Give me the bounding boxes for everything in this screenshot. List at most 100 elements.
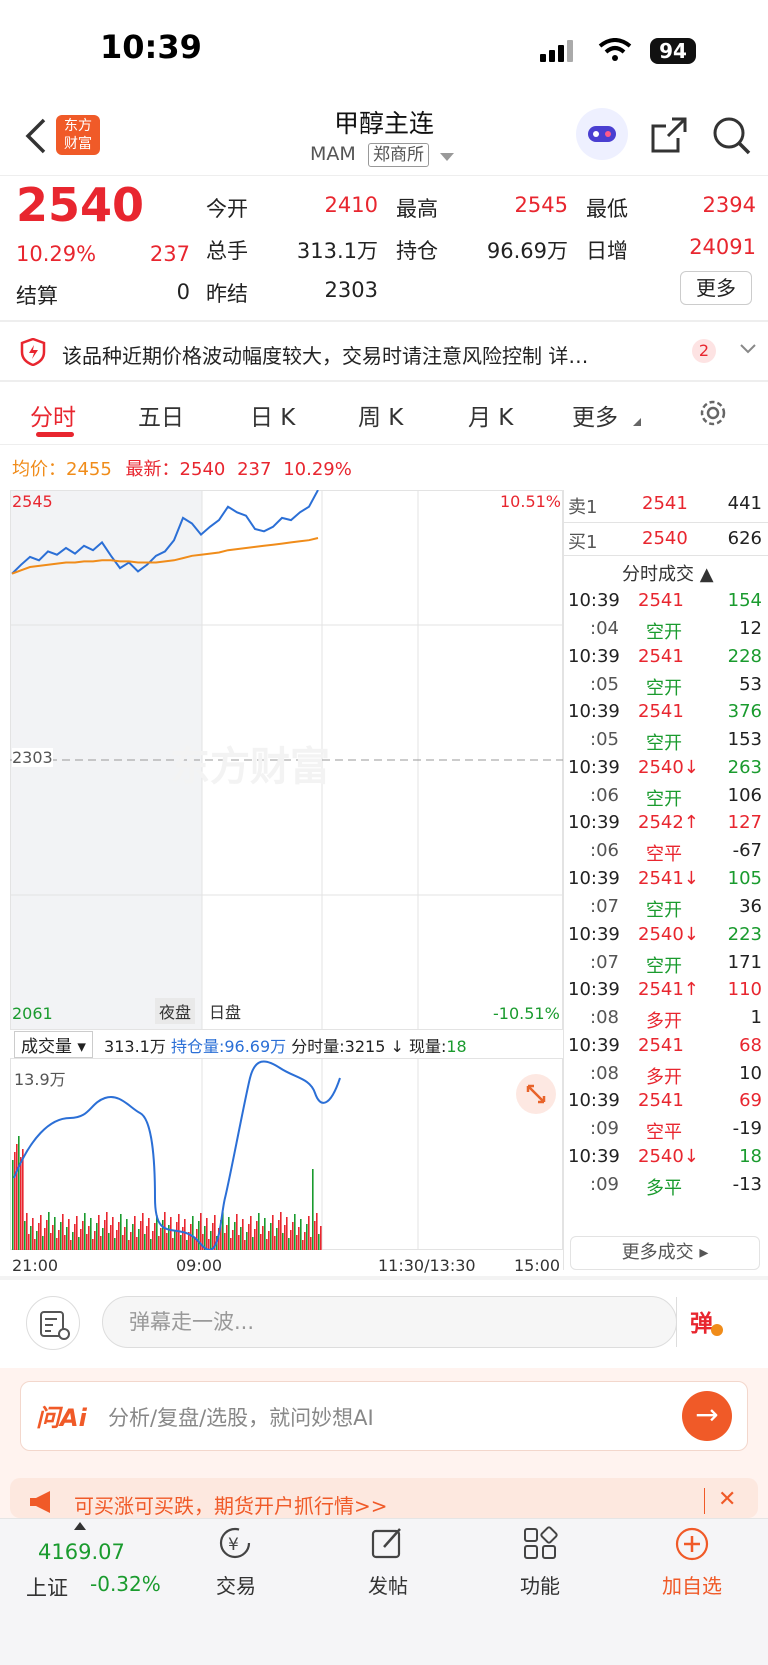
- volume-bar: [106, 1212, 108, 1250]
- intraday-info-line: 均价：2455 最新：2540 237 10.29%: [12, 455, 352, 481]
- nav-trade[interactable]: 交易: [206, 1570, 266, 1599]
- expand-icon[interactable]: [516, 1074, 556, 1114]
- trade-price: 2541↓: [638, 868, 699, 889]
- index-value[interactable]: 4169.07: [38, 1540, 125, 1564]
- volume-bar: [50, 1233, 52, 1250]
- volume-bar: [100, 1236, 102, 1250]
- prev-settle-value: 2303: [324, 278, 378, 302]
- risk-alert-text[interactable]: 该品种近期价格波动幅度较大，交易时请注意风险控制 详…: [62, 340, 677, 369]
- daily-inc-label: 日增: [586, 239, 628, 263]
- change-value-2: 237: [237, 459, 272, 480]
- trade-time: 10:39: [568, 1034, 620, 1056]
- trade-volume: 18: [739, 1146, 762, 1167]
- trade-kind: 空平: [646, 844, 682, 866]
- volume-bar: [302, 1240, 304, 1250]
- trade-price: 2540↓: [638, 1146, 699, 1167]
- robot-avatar-icon[interactable]: [576, 108, 628, 160]
- close-icon[interactable]: ✕: [718, 1487, 736, 1512]
- volume-bar: [230, 1238, 232, 1250]
- volume-bar: [312, 1169, 314, 1250]
- volume-bar: [154, 1223, 156, 1250]
- change-pct-2: 10.29%: [283, 459, 352, 480]
- settle-label: 结算: [16, 284, 58, 308]
- trade-volume: 228: [727, 645, 762, 667]
- danmu-settings-icon[interactable]: [26, 1296, 80, 1350]
- tab-intraday[interactable]: 分时: [30, 398, 76, 432]
- vol-now: 18: [446, 1037, 467, 1056]
- tab-5day[interactable]: 五日: [138, 398, 184, 432]
- volume-bar: [40, 1215, 42, 1250]
- tab-monthly-k[interactable]: 月 K: [468, 398, 513, 432]
- trade-time: 10:39: [568, 979, 620, 1001]
- wifi-icon: [598, 38, 632, 61]
- trade-seconds: :06: [590, 840, 619, 862]
- trade-time: 10:39: [568, 812, 620, 834]
- more-quote-button[interactable]: 更多: [680, 271, 752, 305]
- more-trades-button[interactable]: 更多成交 ▸: [570, 1236, 760, 1270]
- volume-bar: [256, 1221, 258, 1250]
- trade-price: 2541: [638, 701, 684, 723]
- volume-bar: [320, 1226, 322, 1250]
- add-watchlist-icon[interactable]: [674, 1526, 710, 1562]
- danmu-input[interactable]: 弹幕走一波...: [102, 1296, 677, 1348]
- dropdown-icon[interactable]: [440, 153, 454, 161]
- volume-bar: [112, 1217, 114, 1250]
- volume-bar: [288, 1238, 290, 1250]
- volume-bar: [260, 1234, 262, 1250]
- function-grid-icon[interactable]: [522, 1526, 558, 1560]
- share-icon[interactable]: [650, 116, 688, 154]
- volume-bar: [94, 1231, 96, 1250]
- prev-settle-label: 昨结: [206, 282, 248, 306]
- nav-add-watchlist[interactable]: 加自选: [654, 1570, 730, 1599]
- volume-chart[interactable]: [10, 1058, 563, 1250]
- ai-go-arrow-icon[interactable]: →: [682, 1391, 732, 1441]
- trade-price: 2541: [638, 590, 684, 611]
- volume-bar: [244, 1240, 246, 1250]
- tab-daily-k[interactable]: 日 K: [250, 398, 295, 432]
- volume-bar: [266, 1239, 268, 1250]
- trade-kind: 空开: [646, 955, 682, 977]
- post-edit-icon[interactable]: [370, 1526, 406, 1560]
- trade-price: 2540↓: [638, 756, 699, 778]
- tab-more-arrow-icon: [633, 418, 641, 426]
- volume-bar: [56, 1238, 58, 1250]
- intraday-price-chart[interactable]: 东方财富: [10, 490, 563, 1030]
- volume-bar: [228, 1217, 230, 1250]
- volume-bar: [134, 1216, 136, 1250]
- index-name[interactable]: 上证: [26, 1572, 68, 1602]
- danmu-toggle-button[interactable]: 弹: [690, 1304, 713, 1338]
- trades-title[interactable]: 分时成交 ▲: [622, 560, 714, 586]
- trade-time: 10:39: [568, 590, 620, 611]
- index-pct[interactable]: -0.32%: [90, 1572, 161, 1596]
- vol-tick: 3215 ↓: [344, 1037, 404, 1056]
- promo-text[interactable]: 可买涨可买跌，期货开户抓行情>>: [74, 1490, 388, 1519]
- volume-bar: [174, 1230, 176, 1250]
- volume-bar: [42, 1236, 44, 1250]
- tab-weekly-k[interactable]: 周 K: [358, 398, 403, 432]
- chevron-down-icon[interactable]: [740, 344, 756, 354]
- trade-time: 10:39: [568, 756, 620, 778]
- volume-bar: [26, 1213, 28, 1250]
- volume-bar: [142, 1213, 144, 1250]
- trade-kind: 多开: [646, 1066, 682, 1088]
- search-icon[interactable]: [712, 116, 752, 156]
- volume-bar: [290, 1230, 292, 1250]
- index-up-arrow-icon: [74, 1522, 86, 1530]
- settings-gear-icon[interactable]: [698, 398, 728, 428]
- trade-seconds: :08: [590, 1062, 619, 1084]
- nav-post[interactable]: 发帖: [358, 1570, 418, 1599]
- volume-bar: [84, 1213, 86, 1250]
- ai-prompt-text[interactable]: 分析/复盘/选股，就问妙想AI: [108, 1402, 374, 1432]
- trade-icon[interactable]: ¥: [216, 1526, 254, 1560]
- vol-oi: 96.69万: [224, 1037, 287, 1056]
- volume-bar: [300, 1219, 302, 1250]
- time-label-1: 09:00: [176, 1256, 223, 1275]
- volume-bar: [268, 1231, 270, 1250]
- indicator-selector[interactable]: 成交量 ▾: [14, 1031, 93, 1058]
- volume-bar: [190, 1224, 192, 1250]
- trade-volume: 263: [727, 756, 762, 778]
- tab-more[interactable]: 更多: [572, 398, 618, 432]
- volume-info-bar: 成交量 ▾ 313.1万 持仓量:96.69万 分时量:3215 ↓ 现量:18: [14, 1031, 467, 1058]
- nav-function[interactable]: 功能: [510, 1570, 570, 1599]
- volume-bar: [128, 1240, 130, 1250]
